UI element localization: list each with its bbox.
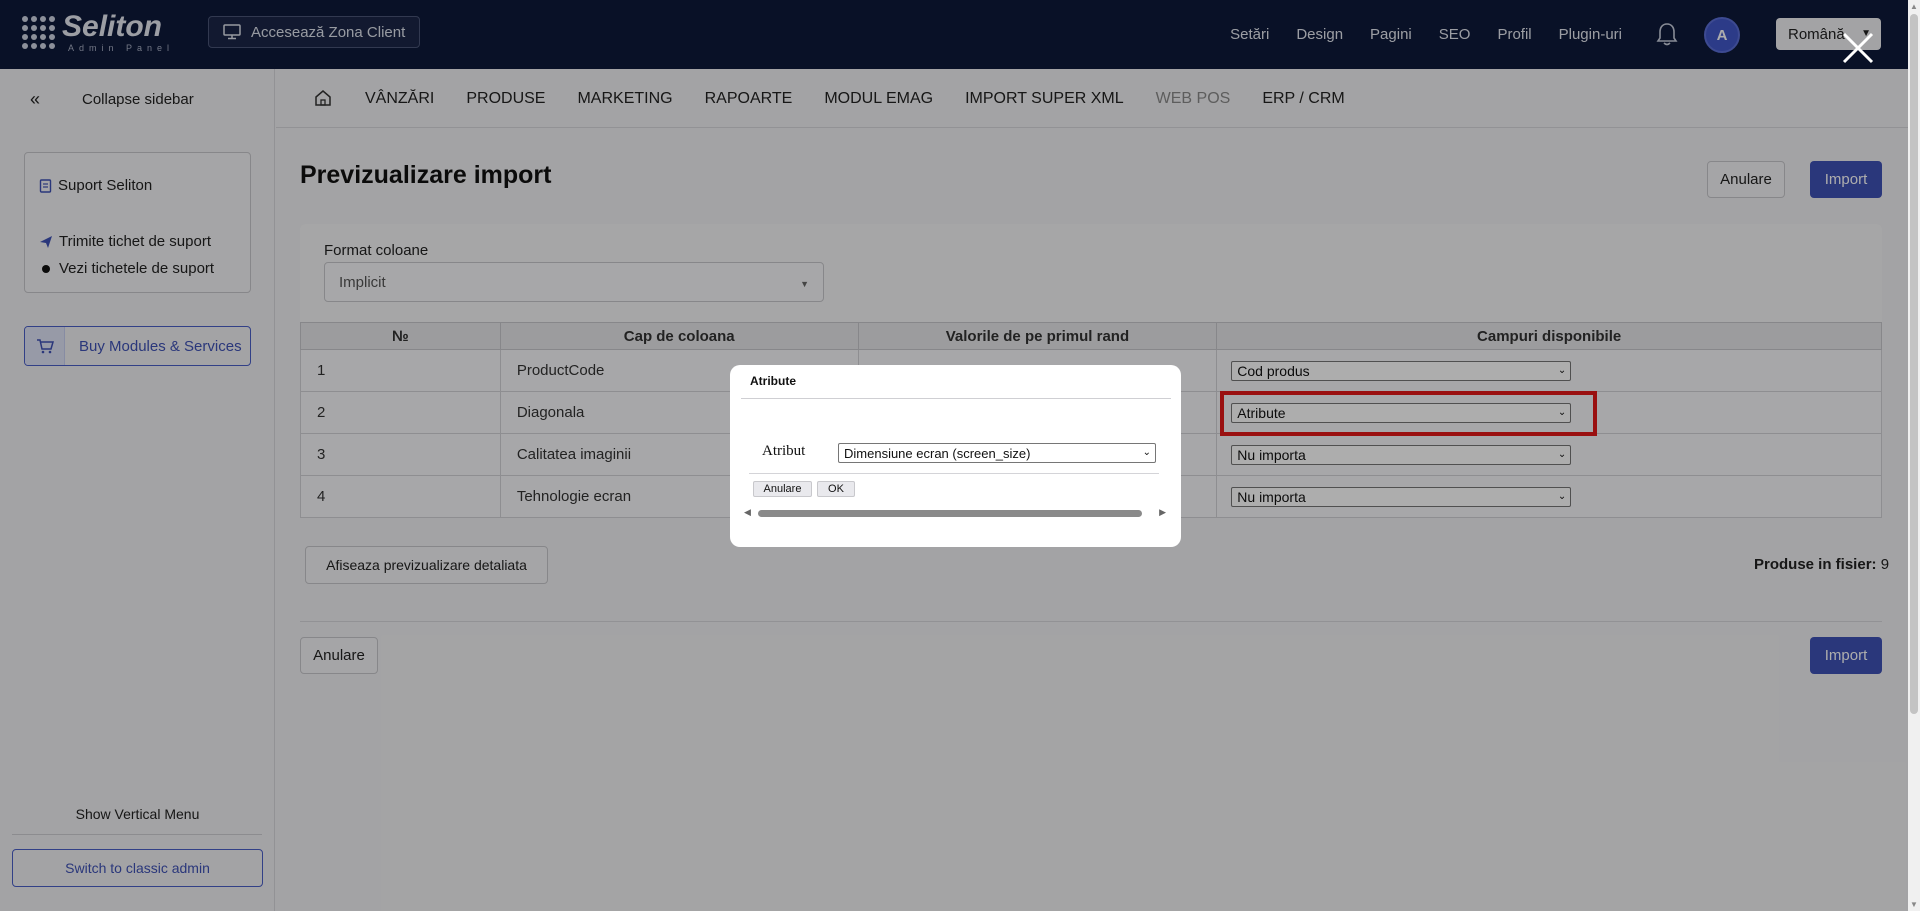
scrollbar-thumb[interactable] (758, 510, 1142, 517)
scroll-down-icon[interactable]: ▼ (1910, 900, 1918, 909)
page-scrollbar[interactable]: ▲ ▼ (1908, 0, 1920, 911)
scroll-left-icon[interactable]: ◀ (744, 507, 751, 518)
dialog-cancel-button[interactable]: Anulare (753, 481, 812, 497)
chevron-down-icon: ⌄ (1142, 447, 1151, 458)
attribute-label: Atribut (762, 443, 806, 459)
attribute-select-value: Dimensiune ecran (screen_size) (844, 445, 1031, 461)
scroll-up-icon[interactable]: ▲ (1910, 2, 1918, 11)
scrollbar-thumb[interactable] (1910, 14, 1918, 714)
close-icon[interactable] (1840, 30, 1876, 66)
scroll-right-icon[interactable]: ▶ (1159, 507, 1166, 518)
dialog-ok-button[interactable]: OK (817, 481, 855, 497)
attribute-select[interactable]: Dimensiune ecran (screen_size) ⌄ (838, 443, 1156, 463)
dialog-title: Atribute (750, 374, 796, 388)
dialog-divider (741, 398, 1171, 399)
attributes-dialog: Atribute Atribut Dimensiune ecran (scree… (730, 365, 1181, 547)
dialog-divider (749, 473, 1159, 474)
dialog-horizontal-scrollbar[interactable]: ◀ ▶ (744, 507, 1166, 521)
